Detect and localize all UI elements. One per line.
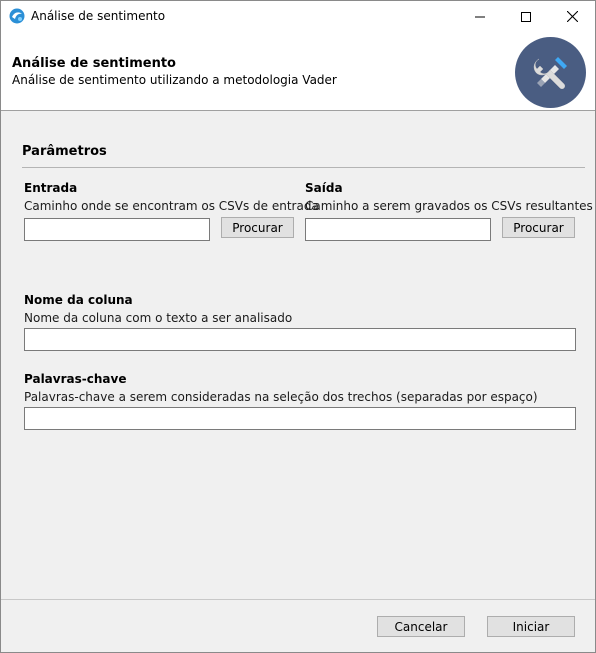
input-path-field[interactable] <box>24 218 210 241</box>
keywords-label: Palavras-chave <box>24 372 127 386</box>
output-path-field[interactable] <box>305 218 491 241</box>
parameters-title: Parâmetros <box>22 144 107 159</box>
app-logo-icon <box>9 8 25 24</box>
header-badge <box>515 37 586 108</box>
input-path-description: Caminho onde se encontram os CSVs de ent… <box>24 199 319 213</box>
start-button[interactable]: Iniciar <box>487 616 575 637</box>
input-browse-button[interactable]: Procurar <box>221 217 294 238</box>
window-title: Análise de sentimento <box>31 9 166 23</box>
minimize-icon <box>475 16 485 17</box>
column-name-label: Nome da coluna <box>24 293 133 307</box>
dialog-footer: Cancelar Iniciar <box>1 599 595 652</box>
dialog-window: Análise de sentimento Análise de sentime… <box>0 0 596 653</box>
maximize-button[interactable] <box>503 1 549 32</box>
cancel-button[interactable]: Cancelar <box>377 616 465 637</box>
output-path-description: Caminho a serem gravados os CSVs resulta… <box>305 199 593 213</box>
section-divider <box>22 167 585 168</box>
column-name-field[interactable] <box>24 328 576 351</box>
input-path-label: Entrada <box>24 181 78 195</box>
output-browse-button[interactable]: Procurar <box>502 217 575 238</box>
dialog-header: Análise de sentimento Análise de sentime… <box>1 32 595 111</box>
header-title: Análise de sentimento <box>12 56 176 71</box>
title-bar[interactable]: Análise de sentimento <box>1 1 595 32</box>
close-icon <box>566 11 578 22</box>
minimize-button[interactable] <box>457 1 503 32</box>
output-path-label: Saída <box>305 181 343 195</box>
tools-icon <box>533 56 567 89</box>
header-subtitle: Análise de sentimento utilizando a metod… <box>12 73 337 87</box>
parameters-panel: Parâmetros Entrada Caminho onde se encon… <box>1 112 595 599</box>
keywords-description: Palavras-chave a serem consideradas na s… <box>24 390 538 404</box>
close-button[interactable] <box>549 1 595 32</box>
maximize-icon <box>521 11 531 22</box>
column-name-description: Nome da coluna com o texto a ser analisa… <box>24 311 293 325</box>
keywords-field[interactable] <box>24 407 576 430</box>
